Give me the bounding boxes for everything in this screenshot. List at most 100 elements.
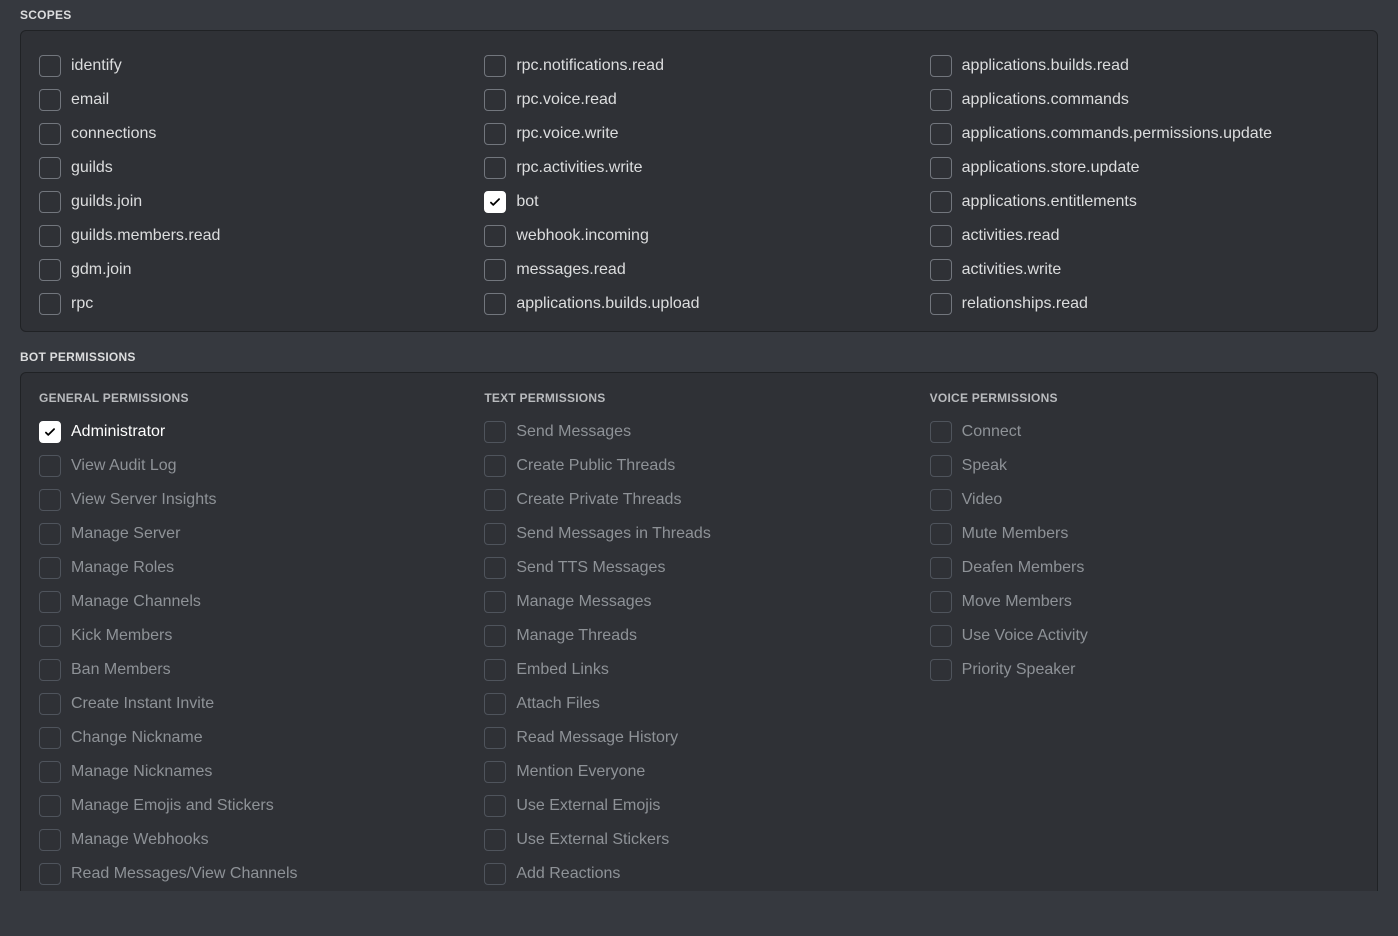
permission-label: Manage Nicknames xyxy=(71,764,212,780)
scope-label: webhook.incoming xyxy=(516,228,649,244)
scope-label: applications.builds.read xyxy=(962,58,1129,74)
permission-label: Ban Members xyxy=(71,662,171,678)
scope-row-guilds[interactable]: guilds xyxy=(39,151,468,185)
scope-row-webhook-incoming[interactable]: webhook.incoming xyxy=(484,219,913,253)
scope-row-connections[interactable]: connections xyxy=(39,117,468,151)
permission-checkbox-read-messages-view-channels xyxy=(39,863,61,885)
permission-row-view-audit-log: View Audit Log xyxy=(39,449,468,483)
permission-checkbox-ban-members xyxy=(39,659,61,681)
scope-row-applications-commands[interactable]: applications.commands xyxy=(930,83,1359,117)
scopes-column: identifyemailconnections guilds guilds.joi… xyxy=(39,49,468,321)
scope-checkbox-guilds-join[interactable] xyxy=(39,191,61,213)
scope-checkbox-rpc[interactable] xyxy=(39,293,61,315)
scope-checkbox-rpc-voice-write[interactable] xyxy=(484,123,506,145)
scope-row-applications-commands-permissions-update[interactable]: applications.commands.permissions.update xyxy=(930,117,1359,151)
permission-checkbox-manage-roles xyxy=(39,557,61,579)
permission-label: Manage Threads xyxy=(516,628,637,644)
scope-checkbox-relationships-read[interactable] xyxy=(930,293,952,315)
permission-checkbox-send-tts-messages xyxy=(484,557,506,579)
scope-label: guilds.join xyxy=(71,194,142,210)
permission-checkbox-send-messages xyxy=(484,421,506,443)
scope-row-rpc-activities-write[interactable]: rpc.activities.write xyxy=(484,151,913,185)
permission-row-use-external-emojis: Use External Emojis xyxy=(484,789,913,823)
scope-row-guilds-join[interactable]: guilds.join xyxy=(39,185,468,219)
scope-row-rpc-voice-read[interactable]: rpc.voice.read xyxy=(484,83,913,117)
scope-label: applications.store.update xyxy=(962,160,1140,176)
scope-row-rpc-voice-write[interactable]: rpc.voice.write xyxy=(484,117,913,151)
scope-label: gdm.join xyxy=(71,262,131,278)
scope-row-relationships-read[interactable]: relationships.read xyxy=(930,287,1359,321)
permissions-column-title: VOICE PERMISSIONS xyxy=(930,391,1359,405)
permissions-column: TEXT PERMISSIONSSend MessagesCreate Publ… xyxy=(484,391,913,891)
scope-checkbox-guilds-members-read[interactable] xyxy=(39,225,61,247)
scope-label: applications.commands xyxy=(962,92,1129,108)
permission-row-use-external-stickers: Use External Stickers xyxy=(484,823,913,857)
scope-checkbox-bot[interactable] xyxy=(484,191,506,213)
scope-row-applications-builds-read[interactable]: applications.builds.read xyxy=(930,49,1359,83)
scope-checkbox-email[interactable] xyxy=(39,89,61,111)
scope-checkbox-rpc-voice-read[interactable] xyxy=(484,89,506,111)
permission-checkbox-manage-emojis-and-stickers xyxy=(39,795,61,817)
scope-row-email[interactable]: email xyxy=(39,83,468,117)
permission-label: Manage Channels xyxy=(71,594,201,610)
scope-row-rpc-notifications-read[interactable]: rpc.notifications.read xyxy=(484,49,913,83)
scope-row-applications-builds-upload[interactable]: applications.builds.upload xyxy=(484,287,913,321)
permission-label: Use External Emojis xyxy=(516,798,660,814)
scope-label: rpc.activities.write xyxy=(516,160,642,176)
scope-checkbox-messages-read[interactable] xyxy=(484,259,506,281)
permission-row-create-public-threads: Create Public Threads xyxy=(484,449,913,483)
scope-checkbox-connections[interactable] xyxy=(39,123,61,145)
permission-checkbox-administrator[interactable] xyxy=(39,421,61,443)
scope-checkbox-activities-read[interactable] xyxy=(930,225,952,247)
permission-label: Manage Messages xyxy=(516,594,651,610)
permission-row-manage-channels: Manage Channels xyxy=(39,585,468,619)
permission-label: Read Message History xyxy=(516,730,678,746)
scope-row-bot[interactable]: bot xyxy=(484,185,913,219)
scope-checkbox-applications-commands[interactable] xyxy=(930,89,952,111)
scope-checkbox-gdm-join[interactable] xyxy=(39,259,61,281)
permission-label: Manage Server xyxy=(71,526,180,542)
scope-label: guilds xyxy=(71,160,113,176)
scope-row-identify[interactable]: identify xyxy=(39,49,468,83)
permission-checkbox-kick-members xyxy=(39,625,61,647)
scope-row-rpc[interactable]: rpc xyxy=(39,287,468,321)
permission-row-administrator[interactable]: Administrator xyxy=(39,415,468,449)
scope-label: applications.commands.permissions.update xyxy=(962,126,1272,142)
scope-label: rpc xyxy=(71,296,93,312)
scope-checkbox-applications-store-update[interactable] xyxy=(930,157,952,179)
scope-checkbox-identify[interactable] xyxy=(39,55,61,77)
permission-label: View Audit Log xyxy=(71,458,177,474)
permission-label: Mention Everyone xyxy=(516,764,645,780)
scope-row-activities-read[interactable]: activities.read xyxy=(930,219,1359,253)
scope-row-activities-write[interactable]: activities.write xyxy=(930,253,1359,287)
scope-checkbox-guilds[interactable] xyxy=(39,157,61,179)
scope-row-applications-store-update[interactable]: applications.store.update xyxy=(930,151,1359,185)
permission-row-manage-messages: Manage Messages xyxy=(484,585,913,619)
permission-label: Embed Links xyxy=(516,662,609,678)
scope-checkbox-activities-write[interactable] xyxy=(930,259,952,281)
scope-checkbox-rpc-notifications-read[interactable] xyxy=(484,55,506,77)
permission-row-create-instant-invite: Create Instant Invite xyxy=(39,687,468,721)
scope-checkbox-rpc-activities-write[interactable] xyxy=(484,157,506,179)
permission-checkbox-manage-channels xyxy=(39,591,61,613)
scope-row-gdm-join[interactable]: gdm.join xyxy=(39,253,468,287)
permission-checkbox-manage-server xyxy=(39,523,61,545)
permission-label: Connect xyxy=(962,424,1022,440)
permission-checkbox-speak xyxy=(930,455,952,477)
scope-label: rpc.notifications.read xyxy=(516,58,664,74)
scope-checkbox-applications-builds-read[interactable] xyxy=(930,55,952,77)
scope-checkbox-applications-entitlements[interactable] xyxy=(930,191,952,213)
permissions-column: VOICE PERMISSIONSConnectSpeakVideoMute M… xyxy=(930,391,1359,891)
scope-row-applications-entitlements[interactable]: applications.entitlements xyxy=(930,185,1359,219)
scope-row-guilds-members-read[interactable]: guilds.members.read xyxy=(39,219,468,253)
scope-row-messages-read[interactable]: messages.read xyxy=(484,253,913,287)
permission-row-video: Video xyxy=(930,483,1359,517)
scope-checkbox-webhook-incoming[interactable] xyxy=(484,225,506,247)
permission-label: Attach Files xyxy=(516,696,600,712)
scope-checkbox-applications-commands-permissions-update[interactable] xyxy=(930,123,952,145)
scope-checkbox-applications-builds-upload[interactable] xyxy=(484,293,506,315)
permission-label: Add Reactions xyxy=(516,866,620,882)
permission-checkbox-manage-messages xyxy=(484,591,506,613)
permission-row-add-reactions: Add Reactions xyxy=(484,857,913,891)
permission-row-mention-everyone: Mention Everyone xyxy=(484,755,913,789)
